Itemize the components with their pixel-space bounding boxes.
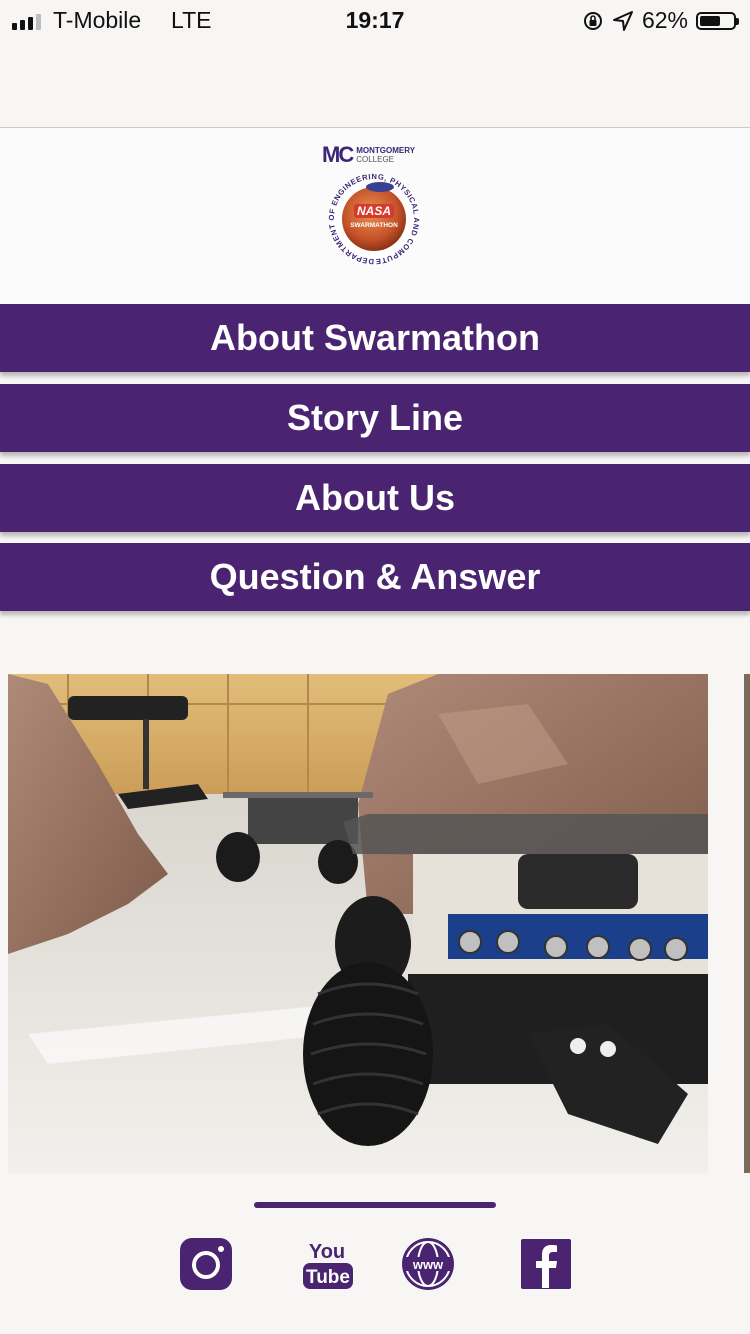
youtube-button[interactable]: You Tube (300, 1236, 356, 1292)
rover-photo-illustration (8, 674, 708, 1173)
battery-percent: 62% (641, 7, 688, 33)
nav-question-answer-button[interactable]: Question & Answer (0, 543, 750, 611)
college-name: MONTGOMERY COLLEGE (356, 146, 415, 164)
status-bar: T-Mobile LTE 19:17 62% (0, 0, 750, 42)
facebook-button[interactable] (518, 1236, 574, 1292)
globe-www-icon: www (402, 1238, 454, 1290)
seal-swarmathon-text: SWARMATHON (350, 222, 398, 229)
battery-fill (700, 15, 720, 26)
college-sub-line: COLLEGE (356, 155, 395, 164)
www-text: www (412, 1257, 444, 1272)
nav-story-line-button[interactable]: Story Line (0, 384, 750, 452)
nasa-swarmathon-seal: DEPARTMENT OF ENGINEERING, PHYSICAL AND … (314, 165, 420, 266)
instagram-button[interactable] (178, 1236, 234, 1292)
website-button[interactable]: www (400, 1236, 456, 1292)
rotation-lock-icon (583, 11, 602, 30)
nav-about-us-button[interactable]: About Us (0, 464, 750, 532)
youtube-icon: You Tube (303, 1241, 353, 1289)
seal-nasa-text: NASA (357, 204, 391, 218)
battery-icon (696, 11, 739, 30)
next-photo-peek[interactable] (744, 674, 750, 1173)
facebook-icon (521, 1239, 571, 1289)
instagram-icon (180, 1238, 232, 1290)
college-name-line: MONTGOMERY (356, 146, 416, 155)
status-right-group: 62% (582, 7, 739, 34)
youtube-you-text: You (309, 1241, 345, 1263)
bottom-divider-bar (254, 1202, 496, 1208)
nav-about-swarmathon-button[interactable]: About Swarmathon (0, 304, 750, 372)
rover-photo[interactable] (8, 674, 708, 1173)
location-arrow-icon (612, 10, 633, 31)
youtube-tube-text: Tube (306, 1267, 350, 1288)
